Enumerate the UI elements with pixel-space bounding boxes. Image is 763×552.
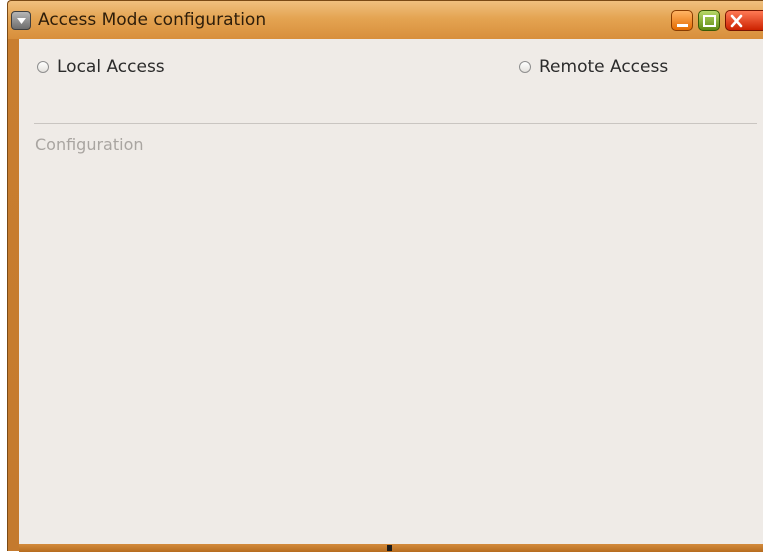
maximize-icon xyxy=(703,15,716,27)
window-menu-button[interactable] xyxy=(11,11,31,30)
remote-access-radio[interactable]: Remote Access xyxy=(519,57,668,77)
close-button[interactable] xyxy=(725,10,763,31)
local-access-radio[interactable]: Local Access xyxy=(37,57,165,77)
maximize-button[interactable] xyxy=(698,10,720,31)
radio-circle-icon[interactable] xyxy=(519,61,531,73)
app-window: Access Mode configuration Local Access R… xyxy=(7,0,763,552)
remote-access-label: Remote Access xyxy=(539,57,669,77)
dialog-content: Local Access Remote Access Configuration xyxy=(19,39,763,544)
minimize-icon xyxy=(677,24,688,27)
window-title: Access Mode configuration xyxy=(38,10,267,30)
local-access-label: Local Access xyxy=(57,57,165,77)
chevron-down-icon xyxy=(17,18,26,24)
radio-circle-icon[interactable] xyxy=(37,61,49,73)
resize-handle[interactable] xyxy=(387,545,392,551)
minimize-button[interactable] xyxy=(671,10,693,31)
configuration-section-label: Configuration xyxy=(35,135,144,154)
section-divider xyxy=(34,123,757,124)
close-icon xyxy=(730,14,743,28)
title-bar[interactable]: Access Mode configuration xyxy=(8,1,763,39)
